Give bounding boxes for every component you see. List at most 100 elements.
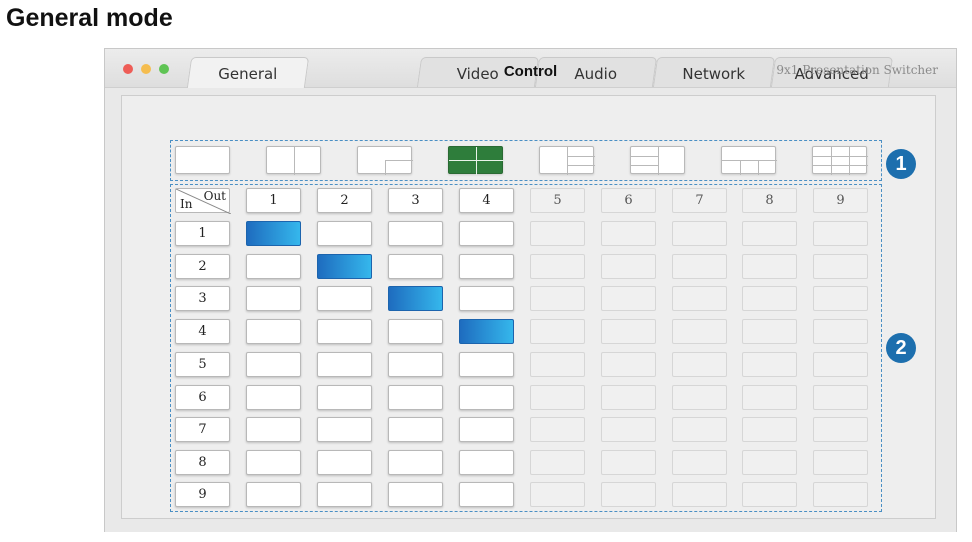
route-cell-in7-out5 — [530, 417, 585, 442]
route-cell-in2-out2[interactable] — [317, 254, 372, 279]
route-cell-in4-out1[interactable] — [246, 319, 301, 344]
output-header-7: 7 — [672, 188, 727, 213]
route-cell-in2-out4[interactable] — [459, 254, 514, 279]
route-cell-in9-out8 — [742, 482, 797, 507]
route-cell-in5-out5 — [530, 352, 585, 377]
quad-view-icon — [449, 147, 504, 175]
output-header-4: 4 — [459, 188, 514, 213]
layout-mode-button-2[interactable] — [266, 146, 321, 175]
output-header-9: 9 — [813, 188, 868, 213]
corner-out-label: Out — [203, 189, 226, 203]
layout-mode-button-5[interactable] — [539, 146, 595, 175]
route-cell-in5-out6 — [601, 352, 656, 377]
route-cell-in1-out1[interactable] — [246, 221, 301, 246]
input-header-4: 4 — [175, 319, 230, 344]
route-cell-in2-out3[interactable] — [388, 254, 443, 279]
route-cell-in9-out5 — [530, 482, 585, 507]
route-cell-in1-out9 — [813, 221, 868, 246]
route-cell-in4-out6 — [601, 319, 656, 344]
route-cell-in8-out1[interactable] — [246, 450, 301, 475]
route-cell-in2-out1[interactable] — [246, 254, 301, 279]
route-cell-in4-out4[interactable] — [459, 319, 514, 344]
route-cell-in8-out9 — [813, 450, 868, 475]
route-cell-in9-out3[interactable] — [388, 482, 443, 507]
six-view-icon — [813, 147, 868, 175]
input-header-1: 1 — [175, 221, 230, 246]
route-cell-in7-out2[interactable] — [317, 417, 372, 442]
input-header-3: 3 — [175, 286, 230, 311]
dual-split-icon — [267, 147, 320, 175]
route-cell-in5-out4[interactable] — [459, 352, 514, 377]
route-cell-in6-out1[interactable] — [246, 385, 301, 410]
pip-icon — [358, 147, 413, 175]
route-cell-in5-out7 — [672, 352, 727, 377]
route-cell-in6-out5 — [530, 385, 585, 410]
output-header-1: 1 — [246, 188, 301, 213]
route-cell-in4-out3[interactable] — [388, 319, 443, 344]
route-cell-in1-out8 — [742, 221, 797, 246]
layout-mode-button-1[interactable] — [175, 146, 230, 174]
layout-mode-button-8[interactable] — [812, 146, 868, 175]
input-header-7: 7 — [175, 417, 230, 442]
route-cell-in5-out1[interactable] — [246, 352, 301, 377]
route-cell-in9-out2[interactable] — [317, 482, 372, 507]
route-cell-in3-out4[interactable] — [459, 286, 514, 311]
route-cell-in3-out2[interactable] — [317, 286, 372, 311]
route-cell-in8-out8 — [742, 450, 797, 475]
route-cell-in3-out3[interactable] — [388, 286, 443, 311]
route-cell-in3-out6 — [601, 286, 656, 311]
route-cell-in6-out3[interactable] — [388, 385, 443, 410]
layout-mode-button-6[interactable] — [630, 146, 685, 175]
route-cell-in9-out7 — [672, 482, 727, 507]
layout-mode-button-3[interactable] — [357, 146, 413, 175]
input-header-8: 8 — [175, 450, 230, 475]
route-cell-in4-out7 — [672, 319, 727, 344]
layout-mode-button-4[interactable] — [448, 146, 504, 175]
route-cell-in7-out3[interactable] — [388, 417, 443, 442]
route-cell-in2-out5 — [530, 254, 585, 279]
output-header-5: 5 — [530, 188, 585, 213]
route-cell-in3-out5 — [530, 286, 585, 311]
output-header-2: 2 — [317, 188, 372, 213]
route-cell-in8-out5 — [530, 450, 585, 475]
route-cell-in1-out2[interactable] — [317, 221, 372, 246]
route-cell-in1-out3[interactable] — [388, 221, 443, 246]
route-cell-in3-out1[interactable] — [246, 286, 301, 311]
route-cell-in8-out7 — [672, 450, 727, 475]
route-cell-in7-out1[interactable] — [246, 417, 301, 442]
route-cell-in6-out2[interactable] — [317, 385, 372, 410]
route-cell-in7-out8 — [742, 417, 797, 442]
layout-mode-button-7[interactable] — [721, 146, 777, 175]
two-left-one-right-icon — [631, 147, 684, 175]
route-cell-in6-out8 — [742, 385, 797, 410]
route-cell-in7-out4[interactable] — [459, 417, 514, 442]
route-cell-in1-out7 — [672, 221, 727, 246]
input-header-5: 5 — [175, 352, 230, 377]
route-cell-in8-out2[interactable] — [317, 450, 372, 475]
route-cell-in9-out9 — [813, 482, 868, 507]
route-cell-in7-out9 — [813, 417, 868, 442]
route-cell-in6-out6 — [601, 385, 656, 410]
route-cell-in5-out2[interactable] — [317, 352, 372, 377]
route-cell-in1-out4[interactable] — [459, 221, 514, 246]
tab-general[interactable]: General — [186, 57, 310, 88]
route-cell-in3-out8 — [742, 286, 797, 311]
route-cell-in9-out1[interactable] — [246, 482, 301, 507]
route-cell-in7-out6 — [601, 417, 656, 442]
route-cell-in2-out8 — [742, 254, 797, 279]
route-cell-in9-out6 — [601, 482, 656, 507]
route-cell-in8-out4[interactable] — [459, 450, 514, 475]
input-header-6: 6 — [175, 385, 230, 410]
route-cell-in8-out3[interactable] — [388, 450, 443, 475]
one-left-two-right-icon — [540, 147, 595, 175]
input-header-2: 2 — [175, 254, 230, 279]
route-cell-in4-out5 — [530, 319, 585, 344]
route-cell-in5-out3[interactable] — [388, 352, 443, 377]
corner-in-label: In — [180, 197, 193, 211]
callout-2: 2 — [886, 333, 916, 363]
route-cell-in8-out6 — [601, 450, 656, 475]
route-cell-in9-out4[interactable] — [459, 482, 514, 507]
route-cell-in6-out4[interactable] — [459, 385, 514, 410]
route-cell-in5-out9 — [813, 352, 868, 377]
route-cell-in4-out2[interactable] — [317, 319, 372, 344]
